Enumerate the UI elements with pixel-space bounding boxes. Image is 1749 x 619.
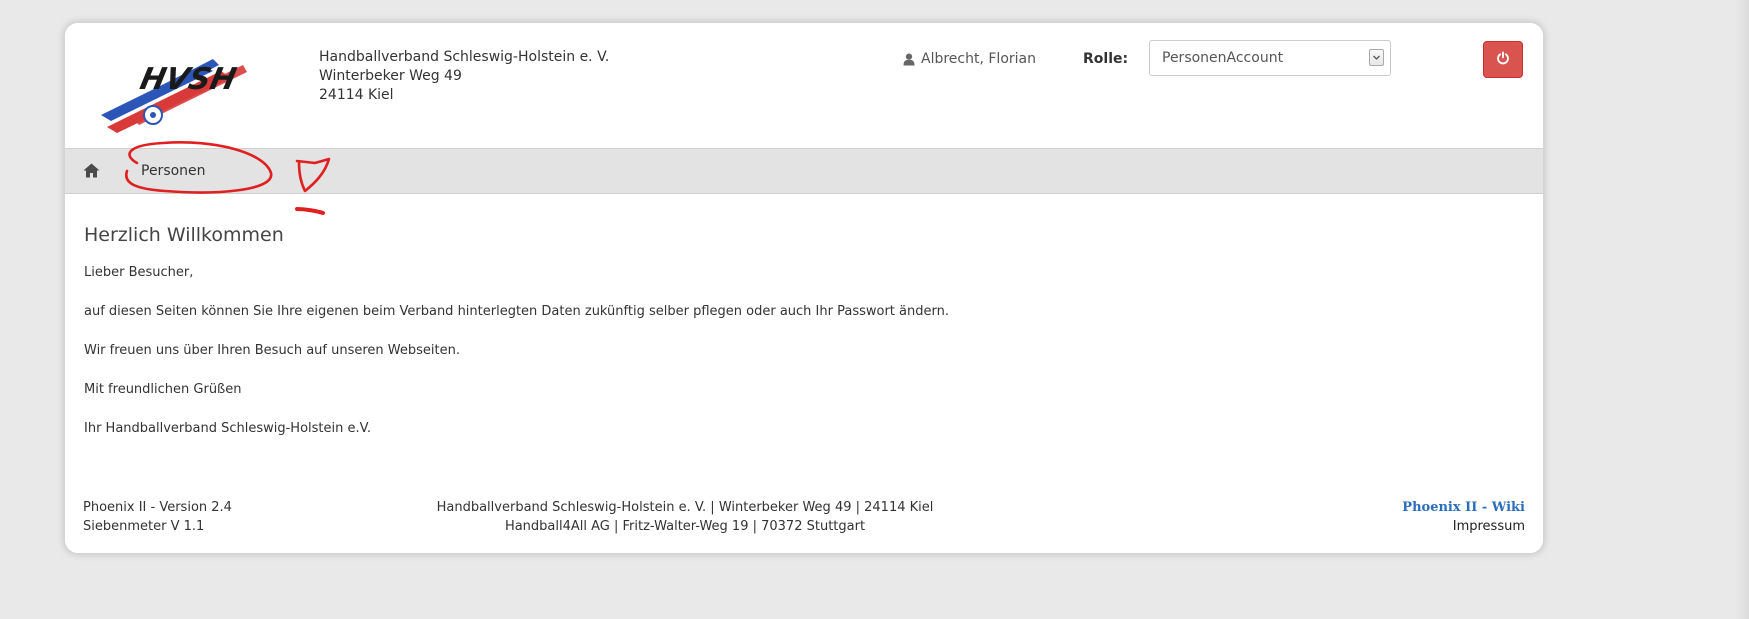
window-edge [1735, 0, 1749, 619]
home-icon[interactable] [83, 163, 100, 182]
version-label: Phoenix II - Version 2.4 [83, 500, 232, 515]
paragraph-signature: Ihr Handballverband Schleswig-Holstein e… [84, 421, 371, 436]
header: HVSH Handballverband Schleswig-Holstein … [65, 23, 1543, 141]
association-address: Handballverband Schleswig-Holstein e. V.… [319, 48, 609, 105]
footer-address-association: Handballverband Schleswig-Holstein e. V.… [436, 500, 934, 515]
siebenmeter-version: Siebenmeter V 1.1 [83, 519, 205, 534]
chevron-down-icon[interactable] [1369, 49, 1384, 66]
hvsh-logo[interactable]: HVSH [93, 45, 253, 137]
svg-text:HVSH: HVSH [137, 62, 239, 97]
paragraph-regards: Mit freundlichen Grüßen [84, 382, 242, 397]
address-line-city: 24114 Kiel [319, 87, 394, 103]
impressum-link[interactable]: Impressum [1402, 517, 1525, 536]
footer-address-h4a: Handball4All AG | Fritz-Walter-Weg 19 | … [504, 519, 866, 534]
power-icon [1496, 50, 1510, 69]
footer-version-info: Phoenix II - Version 2.4 Siebenmeter V 1… [83, 498, 232, 536]
current-user[interactable]: Albrecht, Florian [903, 51, 1036, 67]
logout-button[interactable] [1483, 41, 1523, 78]
wiki-link[interactable]: Phoenix II - Wiki [1402, 498, 1525, 517]
paragraph-thanks: Wir freuen uns über Ihren Besuch auf uns… [84, 343, 460, 358]
user-name: Albrecht, Florian [921, 51, 1036, 67]
breadcrumb-item-personen[interactable]: Personen [141, 163, 206, 179]
address-line-name: Handballverband Schleswig-Holstein e. V. [319, 49, 610, 65]
footer-links: Phoenix II - Wiki Impressum [1402, 498, 1525, 536]
main-panel: HVSH Handballverband Schleswig-Holstein … [64, 22, 1544, 554]
role-selected-value: PersonenAccount [1162, 50, 1284, 66]
main-content: Herzlich Willkommen Lieber Besucher, auf… [84, 224, 1484, 458]
paragraph-greeting: Lieber Besucher, [84, 265, 194, 280]
page-title: Herzlich Willkommen [84, 224, 284, 246]
user-icon [903, 53, 915, 66]
paragraph-info: auf diesen Seiten können Sie Ihre eigene… [84, 304, 949, 319]
role-select[interactable]: PersonenAccount [1149, 40, 1391, 76]
address-line-street: Winterbeker Weg 49 [319, 68, 462, 84]
role-label: Rolle: [1083, 51, 1129, 67]
footer-addresses: Handballverband Schleswig-Holstein e. V.… [385, 498, 985, 536]
breadcrumb: Personen [65, 148, 1543, 194]
footer: Phoenix II - Version 2.4 Siebenmeter V 1… [65, 493, 1543, 553]
hvsh-logo-graphic: HVSH [101, 59, 247, 133]
